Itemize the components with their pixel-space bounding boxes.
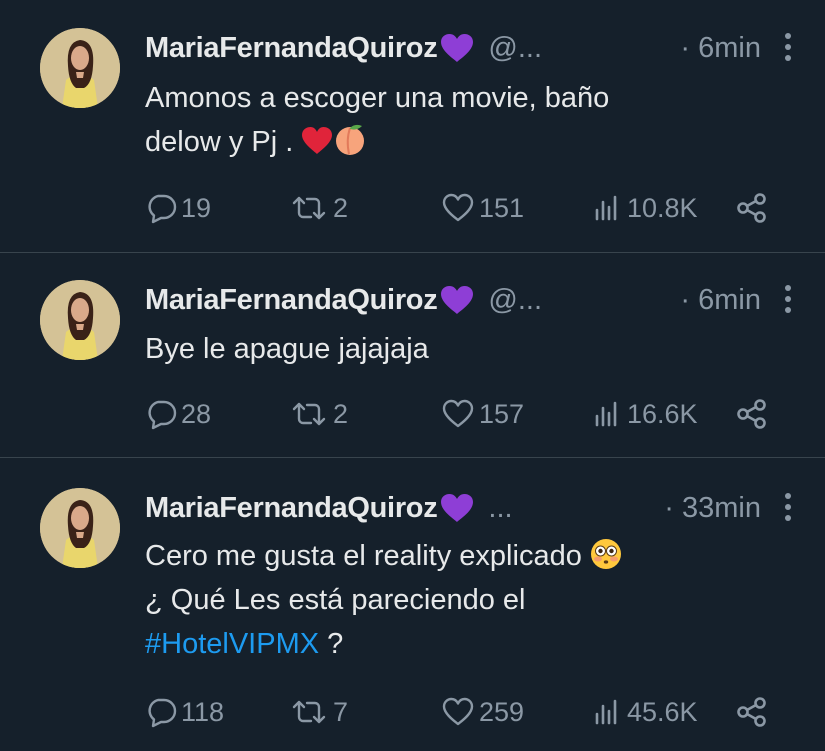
retweet-button[interactable]: 7 [289,692,348,732]
like-count: 151 [479,192,525,223]
share-button[interactable] [735,188,769,228]
retweet-button[interactable]: 2 [289,188,348,228]
tweet-header: MariaFernandaQuiroz @... · 6min [145,28,795,68]
display-name[interactable]: MariaFernandaQuiroz [145,32,438,65]
retweet-count: 7 [333,696,349,727]
tweet-text: Bye le apague jajajaja [145,327,765,371]
reply-button[interactable]: 19 [145,188,211,228]
bar-chart-icon [595,195,617,221]
tweet-2[interactable]: MariaFernandaQuiroz @... · 6min Bye le a… [0,253,825,457]
tweet-line-1: Amonos a escoger una movie, baño [145,82,610,114]
reply-count: 28 [181,398,212,429]
reply-count: 118 [181,696,225,727]
view-count: 16.6K [627,398,698,429]
retweet-arrows-icon [292,402,326,426]
retweet-button[interactable]: 2 [289,394,348,434]
views-button[interactable]: 45.6K [591,692,698,732]
purple-heart-icon [441,494,474,522]
tweet-1[interactable]: MariaFernandaQuiroz @... · 6min Amonos a… [0,0,825,252]
purple-heart-icon [441,34,474,62]
tweet-actions: 19 2 151 10.8K [145,188,785,228]
more-options-icon[interactable] [781,490,795,524]
handle[interactable]: @... [488,32,542,65]
avatar[interactable] [40,28,120,108]
flushed-face-emoji-icon [590,539,621,569]
tweet-text: Amonos a escoger una movie, baño delow y… [145,76,765,164]
retweet-count: 2 [333,398,349,429]
tweet-3[interactable]: MariaFernandaQuiroz ... · 33min Cero me … [0,458,825,751]
hashtag-suffix: ? [319,628,344,660]
reply-button[interactable]: 118 [145,692,224,732]
avatar[interactable] [40,488,120,568]
views-button[interactable]: 16.6K [591,394,698,434]
retweet-arrows-icon [292,700,326,724]
share-nodes-icon [737,193,766,223]
tweet-text: Cero me gusta el reality explicado ¿ Qué… [145,534,765,666]
like-button[interactable]: 157 [441,394,524,434]
more-options-icon[interactable] [781,30,795,64]
tweet-line-2-text: delow y Pj . [145,126,294,158]
timestamp[interactable]: · 33min [664,492,761,525]
tweet-header: MariaFernandaQuiroz @... · 6min [145,280,795,320]
tweet-actions: 28 2 157 16.6K [145,394,785,434]
red-heart-emoji-icon [302,127,333,154]
timestamp[interactable]: · 6min [680,32,761,65]
tweet-line-1-text: Cero me gusta el reality explicado [145,540,582,572]
tweet-actions: 118 7 259 45.6K [145,692,785,732]
retweet-arrows-icon [292,196,326,220]
tweet-line-1: Bye le apague jajajaja [145,333,429,365]
profile-photo-icon [40,280,120,360]
view-count: 10.8K [627,192,698,223]
profile-photo-icon [40,488,120,568]
share-button[interactable] [735,692,769,732]
share-nodes-icon [737,697,766,727]
more-options-icon[interactable] [781,282,795,316]
hashtag-link[interactable]: #HotelVIPMX [145,628,319,660]
handle[interactable]: @... [488,284,542,317]
retweet-count: 2 [333,192,349,223]
speech-bubble-icon [148,194,177,224]
views-button[interactable]: 10.8K [591,188,698,228]
heart-outline-icon [442,193,474,222]
like-count: 259 [479,696,525,727]
avatar[interactable] [40,280,120,360]
like-count: 157 [479,398,525,429]
reply-button[interactable]: 28 [145,394,211,434]
bar-chart-icon [595,401,617,427]
tweet-line-3: #HotelVIPMX ? [145,622,765,666]
tweet-header: MariaFernandaQuiroz ... · 33min [145,488,795,528]
display-name[interactable]: MariaFernandaQuiroz [145,284,438,317]
bar-chart-icon [595,699,617,725]
handle[interactable]: ... [488,492,512,525]
tweet-line-1: Cero me gusta el reality explicado [145,534,765,578]
view-count: 45.6K [627,696,698,727]
purple-heart-icon [441,286,474,314]
share-nodes-icon [737,399,766,429]
speech-bubble-icon [148,400,177,430]
like-button[interactable]: 151 [441,188,524,228]
tweet-line-2: ¿ Qué Les está pareciendo el [145,584,526,616]
share-button[interactable] [735,394,769,434]
heart-outline-icon [442,697,474,726]
profile-photo-icon [40,28,120,108]
tweet-line-2: delow y Pj . [145,120,765,164]
timestamp[interactable]: · 6min [680,284,761,317]
heart-outline-icon [442,399,474,428]
display-name[interactable]: MariaFernandaQuiroz [145,492,438,525]
speech-bubble-icon [148,698,177,728]
reply-count: 19 [181,192,212,223]
like-button[interactable]: 259 [441,692,524,732]
peach-emoji-icon [336,124,365,155]
